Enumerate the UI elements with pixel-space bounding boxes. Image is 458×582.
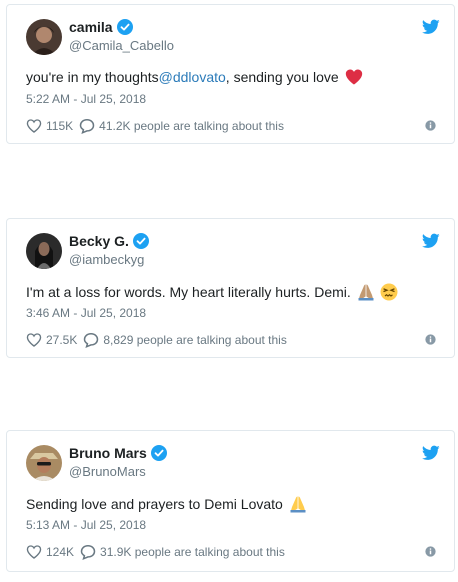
display-name[interactable]: camila xyxy=(69,19,113,35)
like-count: 115K xyxy=(46,119,74,133)
info-icon[interactable] xyxy=(425,120,436,131)
user-handle[interactable]: @Camila_Cabello xyxy=(69,38,174,53)
tweet-text-part: you're in my thoughts xyxy=(26,69,159,85)
avatar[interactable] xyxy=(26,233,62,269)
folded-hands-icon xyxy=(358,284,374,301)
reply-button[interactable]: 8,829 people are talking about this xyxy=(83,332,287,348)
heart-outline-icon xyxy=(26,119,42,133)
tweet-text: I'm at a loss for words. My heart litera… xyxy=(26,283,398,301)
twitter-bird-icon[interactable] xyxy=(422,233,440,249)
tweet-text-part: , sending you love xyxy=(225,69,339,85)
talking-count: 31.9K people are talking about this xyxy=(100,545,285,559)
timestamp[interactable]: 5:22 AM - Jul 25, 2018 xyxy=(26,92,146,106)
user-handle[interactable]: @BrunoMars xyxy=(69,464,146,479)
tweet-card-becky[interactable]: Becky G. @iambeckyg I'm at a loss for wo… xyxy=(6,218,455,358)
like-button[interactable]: 27.5K xyxy=(26,332,77,348)
talking-count: 8,829 people are talking about this xyxy=(103,333,287,347)
red-heart-icon xyxy=(345,69,362,85)
timestamp[interactable]: 3:46 AM - Jul 25, 2018 xyxy=(26,306,146,320)
verified-badge-icon xyxy=(116,19,133,35)
info-icon[interactable] xyxy=(425,546,436,557)
persevering-face-icon xyxy=(380,283,398,301)
reply-button[interactable]: 41.2K people are talking about this xyxy=(79,118,284,134)
folded-hands-icon xyxy=(290,496,306,513)
timestamp[interactable]: 5:13 AM - Jul 25, 2018 xyxy=(26,518,146,532)
user-handle[interactable]: @iambeckyg xyxy=(69,252,144,267)
display-name[interactable]: Becky G. xyxy=(69,233,129,249)
verified-badge-icon xyxy=(132,233,149,249)
heart-outline-icon xyxy=(26,333,42,347)
twitter-bird-icon[interactable] xyxy=(422,19,440,35)
tweet-text-part: Sending love and prayers to Demi Lovato xyxy=(26,496,283,512)
verified-badge-icon xyxy=(150,445,167,461)
tweet-text-part: I'm at a loss for words. My heart litera… xyxy=(26,284,351,300)
twitter-bird-icon[interactable] xyxy=(422,445,440,461)
tweet-card-bruno[interactable]: Bruno Mars @BrunoMars Sending love and p… xyxy=(6,430,455,572)
tweet-text: you're in my thoughts @ddlovato , sendin… xyxy=(26,69,363,85)
like-button[interactable]: 115K xyxy=(26,118,73,134)
speech-bubble-icon xyxy=(79,119,95,134)
speech-bubble-icon xyxy=(84,333,99,348)
speech-bubble-icon xyxy=(80,545,96,560)
like-button[interactable]: 124K xyxy=(26,544,74,560)
tweet-text: Sending love and prayers to Demi Lovato xyxy=(26,495,307,513)
display-name[interactable]: Bruno Mars xyxy=(69,445,147,461)
reply-button[interactable]: 31.9K people are talking about this xyxy=(80,544,285,560)
avatar[interactable] xyxy=(26,19,62,55)
tweet-card-camila[interactable]: camila @Camila_Cabello you're in my thou… xyxy=(6,4,455,144)
info-icon[interactable] xyxy=(425,334,436,345)
talking-count: 41.2K people are talking about this xyxy=(99,119,284,133)
like-count: 124K xyxy=(46,545,75,559)
avatar[interactable] xyxy=(26,445,62,481)
like-count: 27.5K xyxy=(46,333,78,347)
mention-link[interactable]: @ddlovato xyxy=(159,69,226,85)
heart-outline-icon xyxy=(26,545,42,559)
